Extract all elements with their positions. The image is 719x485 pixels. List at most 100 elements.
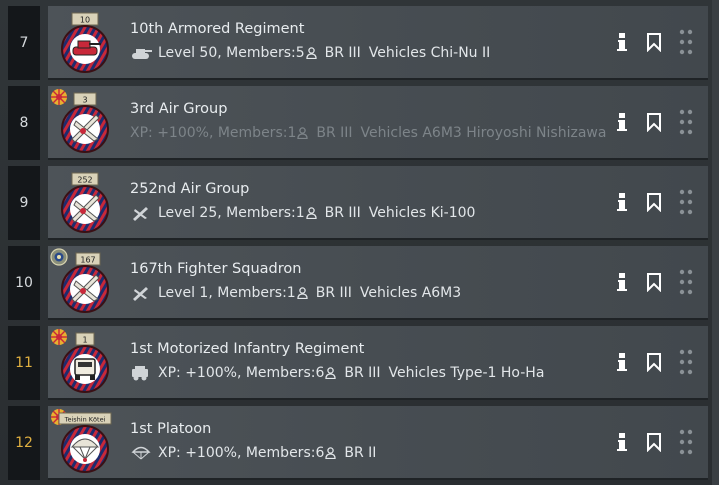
info-icon	[617, 353, 627, 371]
stat-main: Level 1, Members:1	[158, 285, 296, 301]
regiment-stats: XP: +100%, Members:6 BR III Vehicles Typ…	[130, 365, 544, 381]
tank-emblem-icon: 10	[61, 12, 109, 73]
emblem-label: 167	[80, 256, 95, 265]
bookmark-button[interactable]	[642, 268, 666, 296]
parachute-emblem-icon: Teishin Kōtei	[58, 412, 112, 473]
emblem-label: 252	[77, 176, 92, 185]
regiment-stats: XP: +100%, Members:6 BR II	[130, 445, 376, 461]
rank-number: 9	[8, 166, 40, 240]
stat-main: XP: +100%, Members:6	[158, 365, 325, 381]
drag-handle[interactable]	[674, 108, 698, 136]
regiment-list: 7 10 10th Armored Regiment Level 50, Mem…	[0, 0, 719, 485]
drag-dots-icon	[679, 429, 693, 455]
battle-rating: BR III	[315, 285, 352, 301]
info-icon	[617, 273, 627, 291]
drag-handle[interactable]	[674, 28, 698, 56]
battle-rating: BR III	[344, 365, 381, 381]
info-button[interactable]	[610, 28, 634, 56]
plane-emblem-icon: 3	[61, 92, 109, 153]
member-icon	[325, 367, 337, 379]
bookmark-button[interactable]	[642, 108, 666, 136]
regiment-stats: Level 50, Members:5 BR III Vehicles Chi-…	[130, 45, 490, 61]
info-icon	[617, 433, 627, 451]
regiment-name[interactable]: 10th Armored Regiment	[130, 21, 304, 37]
truck-emblem-icon: 1	[61, 332, 109, 393]
plane-icon	[133, 287, 148, 301]
battle-rating: BR III	[324, 205, 361, 221]
member-icon	[305, 47, 317, 59]
regiment-name[interactable]: 3rd Air Group	[130, 101, 227, 117]
regiment-card[interactable]: 10 10th Armored Regiment Level 50, Membe…	[48, 6, 708, 80]
rank-number: 12	[8, 406, 40, 480]
bookmark-button[interactable]	[642, 28, 666, 56]
member-icon	[297, 287, 308, 299]
regiment-card[interactable]: 167 167th Fighter Squadron Level 1, Memb…	[48, 246, 708, 320]
regiment-card[interactable]: 1 1st Motorized Infantry Regiment XP: +1…	[48, 326, 708, 400]
vehicles: Vehicles A6M3	[359, 285, 462, 301]
tank-icon	[132, 49, 152, 59]
drag-dots-icon	[679, 269, 693, 295]
drag-handle[interactable]	[674, 428, 698, 456]
emblem-label: 3	[82, 96, 87, 105]
rank-number: 10	[8, 246, 40, 320]
regiment-stats: Level 25, Members:1 BR III Vehicles Ki-1…	[130, 205, 475, 221]
info-icon	[617, 193, 627, 211]
info-button[interactable]	[610, 348, 634, 376]
plane-icon	[133, 207, 148, 221]
info-button[interactable]	[610, 108, 634, 136]
bookmark-icon	[647, 273, 661, 292]
info-icon	[617, 113, 627, 131]
list-item[interactable]: 9 252 252nd Air Group Level 25, Members:…	[0, 166, 719, 240]
drag-handle[interactable]	[674, 268, 698, 296]
member-icon	[297, 127, 309, 139]
list-item[interactable]: 7 10 10th Armored Regiment Level 50, Mem…	[0, 6, 719, 80]
parachute-icon	[131, 446, 151, 460]
stat-main: Level 50, Members:5	[158, 45, 305, 61]
list-item[interactable]: 10 167 167th Fighter Squadron Level 1, M…	[0, 246, 719, 320]
drag-dots-icon	[679, 349, 693, 375]
regiment-name[interactable]: 167th Fighter Squadron	[130, 261, 301, 277]
regiment-card[interactable]: Teishin Kōtei 1st Platoon XP: +100%, Mem…	[48, 406, 708, 480]
member-icon	[305, 207, 317, 219]
list-item[interactable]: 8 3 3rd Air Group XP: +100%, Members:1 B…	[0, 86, 719, 160]
info-button[interactable]	[610, 188, 634, 216]
battle-rating: BR III	[316, 125, 353, 141]
regiment-stats: XP: +100%, Members:1 BR III Vehicles A6M…	[130, 125, 606, 141]
info-button[interactable]	[610, 428, 634, 456]
vehicles: Vehicles A6M3 Hiroyoshi Nishizawa	[360, 125, 607, 141]
bookmark-button[interactable]	[642, 188, 666, 216]
regiment-name[interactable]: 1st Motorized Infantry Regiment	[130, 341, 364, 357]
list-item[interactable]: 11 1 1st Motorized Infantry Regiment XP:…	[0, 326, 719, 400]
regiment-name[interactable]: 1st Platoon	[130, 421, 211, 437]
bookmark-icon	[647, 113, 661, 132]
bookmark-button[interactable]	[642, 428, 666, 456]
drag-handle[interactable]	[674, 188, 698, 216]
regiment-name[interactable]: 252nd Air Group	[130, 181, 249, 197]
drag-dots-icon	[679, 189, 693, 215]
regiment-card[interactable]: 3 3rd Air Group XP: +100%, Members:1 BR …	[48, 86, 708, 160]
bookmark-icon	[647, 433, 661, 452]
vehicles: Vehicles Ki-100	[368, 205, 476, 221]
plane-emblem-icon: 252	[61, 172, 109, 233]
drag-handle[interactable]	[674, 348, 698, 376]
emblem-label: 10	[80, 16, 90, 25]
truck-icon	[132, 366, 148, 381]
list-item[interactable]: 12 Teishin Kōtei 1st Platoon XP: +100%, …	[0, 406, 719, 480]
battle-rating: BR III	[324, 45, 361, 61]
rank-number: 8	[8, 86, 40, 160]
drag-dots-icon	[679, 29, 693, 55]
bookmark-icon	[647, 193, 661, 212]
battle-rating: BR II	[344, 445, 377, 461]
plane-emblem-icon: 167	[61, 252, 109, 313]
scrollbar-track[interactable]	[712, 0, 719, 485]
bookmark-button[interactable]	[642, 348, 666, 376]
rank-number: 7	[8, 6, 40, 80]
regiment-card[interactable]: 252 252nd Air Group Level 25, Members:1 …	[48, 166, 708, 240]
stat-main: XP: +100%, Members:6	[158, 445, 325, 461]
info-button[interactable]	[610, 268, 634, 296]
drag-dots-icon	[679, 109, 693, 135]
vehicles: Vehicles Type-1 Ho-Ha	[388, 365, 545, 381]
member-icon	[325, 447, 337, 459]
info-icon	[617, 33, 627, 51]
emblem-label: Teishin Kōtei	[64, 416, 106, 424]
